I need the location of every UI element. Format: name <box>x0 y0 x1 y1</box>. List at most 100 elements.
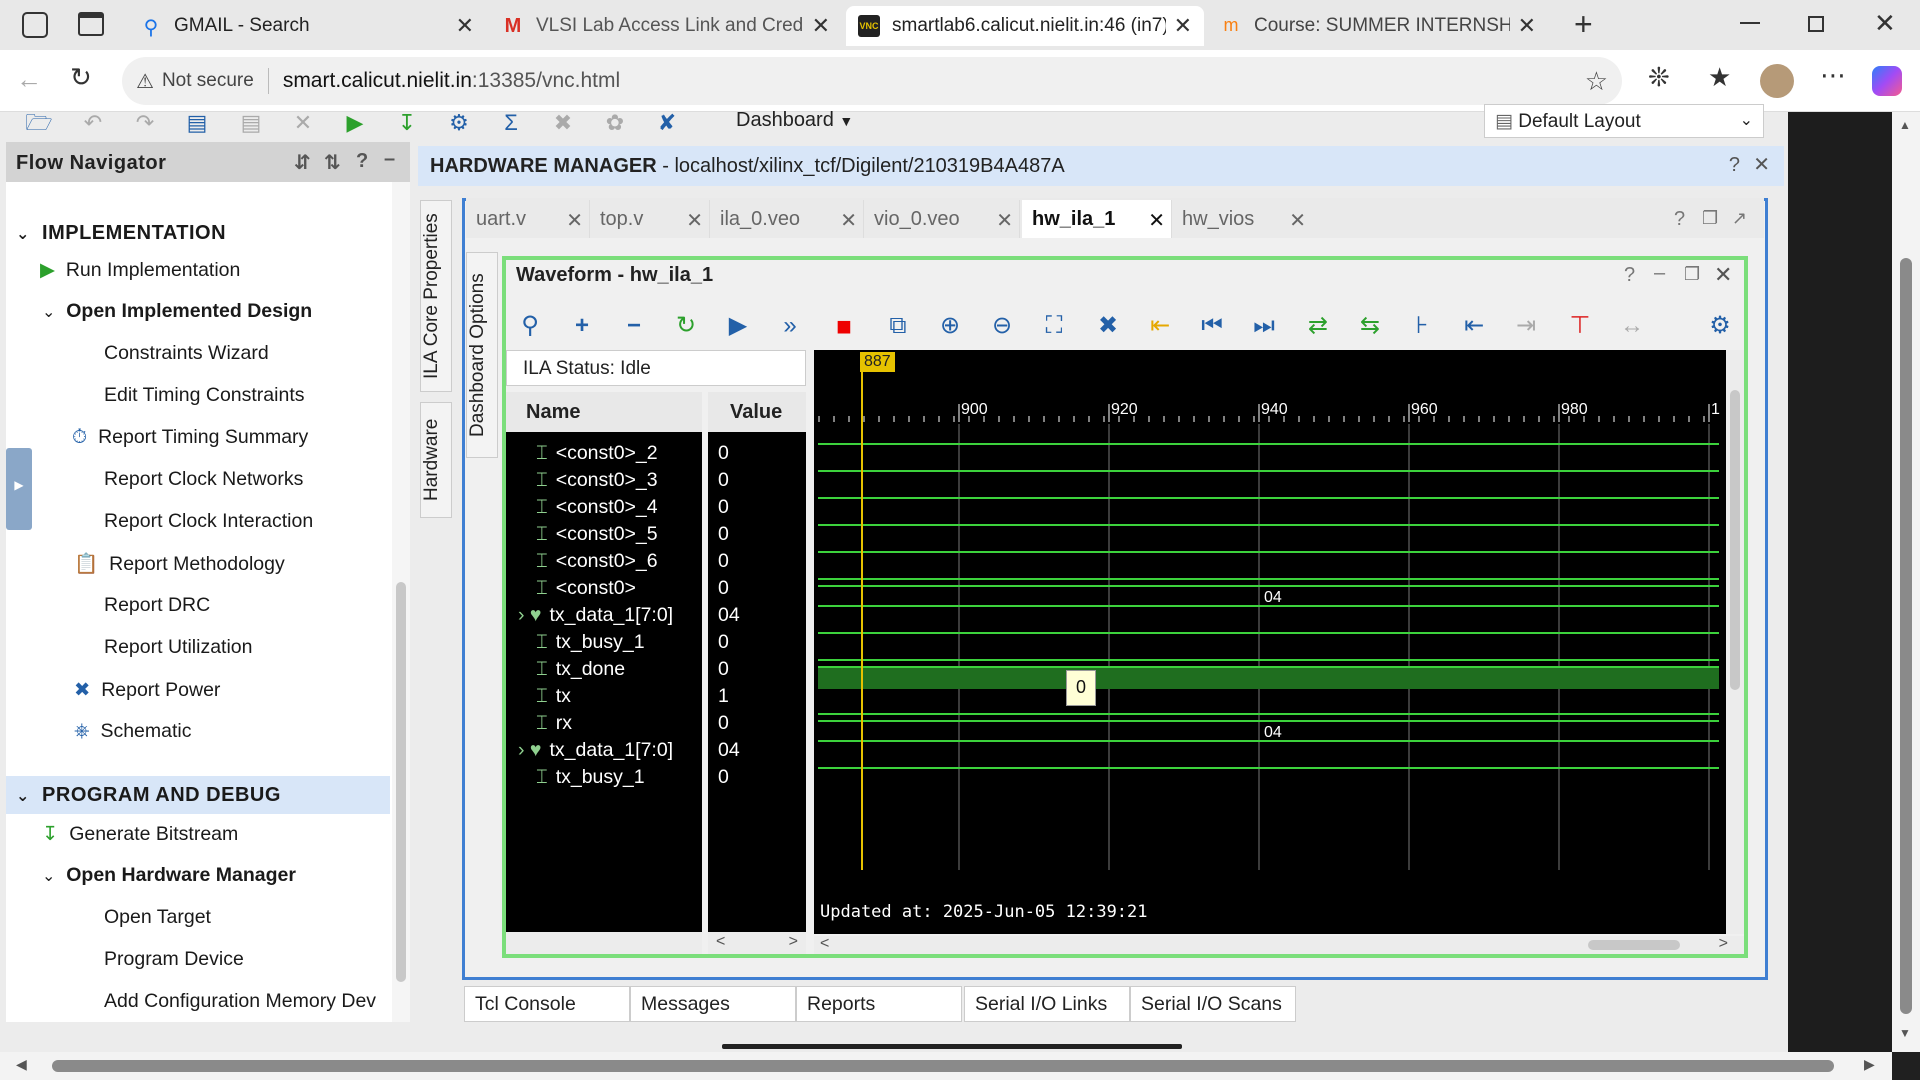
run-trigger-immediate-icon[interactable]: ↻ <box>670 310 702 342</box>
collapse-all-icon[interactable]: ⇵ <box>294 150 311 175</box>
waveform-display[interactable]: 900 920 940 960 980 1 04 04 887 0 Updated at: 2… <box>814 350 1726 934</box>
tab-ila-0-veo[interactable]: ila_0.veo ✕ <box>710 200 864 238</box>
minimize-icon[interactable] <box>1740 22 1760 24</box>
reload-icon[interactable]: ↻ <box>70 62 92 93</box>
restore-icon[interactable] <box>1808 16 1824 32</box>
tab-gmail-search[interactable]: ⚲ GMAIL - Search ✕ <box>128 6 486 46</box>
tab-vio-0-veo[interactable]: vio_0.veo ✕ <box>864 200 1020 238</box>
signal-row[interactable]: › ♥ tx_data_1[7:0] <box>518 739 673 762</box>
vnc-canvas[interactable]: 🗁 ↶ ↷ ▤ ▤ ✕ ▶ ↧ ⚙ Σ ✖ ✿ ✘ Dashboard ▼ ▤ … <box>0 104 1788 1052</box>
search-icon[interactable]: ⚲ <box>514 310 546 342</box>
edit-timing-constraints-item[interactable]: Edit Timing Constraints <box>104 384 305 407</box>
next-marker-icon[interactable]: ⇥ <box>1510 310 1542 342</box>
tab-tcl-console[interactable]: Tcl Console <box>464 986 630 1022</box>
page-vertical-scrollbar[interactable]: ▲ ▼ <box>1892 112 1920 1052</box>
zoom-fit-icon[interactable]: ⛶ <box>1038 310 1070 342</box>
signal-row[interactable]: ⌶ <const0>_3 <box>536 469 658 492</box>
report-utilization-item[interactable]: Report Utilization <box>104 636 252 659</box>
swap-cursors-icon[interactable]: ⊤ <box>1564 310 1596 342</box>
flow-nav-scrollbar[interactable] <box>392 182 410 1022</box>
restore-panel-icon[interactable]: ❐ <box>1684 264 1700 285</box>
constraints-wizard-item[interactable]: Constraints Wizard <box>104 342 269 365</box>
run-icon[interactable]: ▶ <box>340 108 370 138</box>
next-transition-icon[interactable]: ⇆ <box>1354 310 1386 342</box>
add-config-memory-item[interactable]: Add Configuration Memory Dev <box>104 990 390 1013</box>
tab-messages[interactable]: Messages <box>630 986 796 1022</box>
run-trigger-icon[interactable]: ▶ <box>722 310 754 342</box>
back-arrow-icon[interactable]: ← <box>16 64 42 95</box>
open-implemented-design-item[interactable]: ⌄ Open Implemented Design <box>42 300 312 323</box>
remove-icon[interactable]: − <box>618 310 650 342</box>
side-tab-ila-core-properties[interactable]: ILA Core Properties <box>420 200 452 392</box>
workspaces-icon[interactable] <box>22 12 48 38</box>
minimize-panel-icon[interactable]: – <box>1654 262 1665 285</box>
window-close-icon[interactable]: ✕ <box>1874 8 1896 39</box>
not-secure-label[interactable]: Not secure <box>162 70 254 92</box>
section-implementation[interactable]: ⌄ IMPLEMENTATION <box>16 222 226 245</box>
open-hardware-manager-item[interactable]: ⌄ Open Hardware Manager <box>42 864 296 887</box>
settings-icon[interactable]: ⚙ <box>1704 310 1736 342</box>
close-icon[interactable]: ✕ <box>1753 152 1770 177</box>
report-power-item[interactable]: ✖ Report Power <box>74 678 220 702</box>
value-column-hscroll[interactable]: < > <box>708 932 806 954</box>
name-column-hscroll[interactable] <box>506 932 702 954</box>
value-column-header[interactable]: Value <box>708 392 806 432</box>
page-horizontal-scrollbar[interactable]: ◀ ▶ <box>0 1052 1892 1080</box>
previous-transition-icon[interactable]: ⇄ <box>1302 310 1334 342</box>
close-icon[interactable]: ✕ <box>1518 13 1536 39</box>
paste-icon[interactable]: ▤ <box>236 108 266 138</box>
schematic-item[interactable]: ⎈ Schematic <box>74 720 192 743</box>
signal-row[interactable]: ⌶ tx_busy_1 <box>536 631 645 654</box>
program-icon[interactable]: ↧ <box>392 108 422 138</box>
undo-icon[interactable]: ↶ <box>78 108 108 138</box>
ip-icon[interactable]: ✿ <box>600 108 630 138</box>
favorites-icon[interactable]: ★ <box>1708 62 1731 93</box>
signal-row[interactable]: ⌶ <const0>_6 <box>536 550 658 573</box>
tools-icon[interactable]: ✘ <box>652 108 682 138</box>
signal-row[interactable]: ⌶ <const0>_2 <box>536 442 658 465</box>
signal-row[interactable]: ⌶ tx <box>536 685 571 708</box>
maximize-panel-icon[interactable]: ↗ <box>1732 208 1747 229</box>
signal-row[interactable]: ⌶ <const0>_5 <box>536 523 658 546</box>
new-tab-icon[interactable]: + <box>1574 6 1593 43</box>
url-field[interactable]: ⚠ Not secure smart.calicut.nielit.in:133… <box>122 57 1622 105</box>
signal-row[interactable]: ⌶ rx <box>536 712 572 735</box>
favorite-star-icon[interactable]: ☆ <box>1585 66 1608 97</box>
signal-row[interactable]: ⌶ <const0>_4 <box>536 496 658 519</box>
zoom-cursor-icon[interactable]: ✖ <box>1092 310 1124 342</box>
report-clock-networks-item[interactable]: Report Clock Networks <box>104 468 303 491</box>
tab-reports[interactable]: Reports <box>796 986 962 1022</box>
name-column-header[interactable]: Name <box>506 392 702 432</box>
report-clock-interaction-item[interactable]: Report Clock Interaction <box>104 510 313 533</box>
tab-uart-v[interactable]: uart.v ✕ <box>466 200 590 238</box>
delete-icon[interactable]: ✕ <box>288 108 318 138</box>
add-icon[interactable]: + <box>566 310 598 342</box>
open-project-icon[interactable]: 🗁 <box>24 108 54 138</box>
report-drc-item[interactable]: Report DRC <box>104 594 210 617</box>
minimize-panel-icon[interactable]: – <box>384 148 396 171</box>
tab-vlsi-lab[interactable]: M VLSI Lab Access Link and Credent ✕ <box>490 6 842 46</box>
go-to-cursor-icon[interactable]: ⇤ <box>1144 310 1176 342</box>
tab-actions-icon[interactable] <box>78 12 104 36</box>
run-trigger-repeat-icon[interactable]: » <box>774 310 806 342</box>
program-device-item[interactable]: Program Device <box>104 948 244 971</box>
tab-smartlab-vnc[interactable]: VNC smartlab6.calicut.nielit.in:46 (in7)… <box>846 6 1204 46</box>
close-icon[interactable]: ✕ <box>812 13 830 39</box>
tab-summer-internship[interactable]: m Course: SUMMER INTERNSHIP ON ✕ <box>1208 6 1548 46</box>
expand-all-icon[interactable]: ⇅ <box>324 150 341 175</box>
previous-marker-icon[interactable]: ⇤ <box>1458 310 1490 342</box>
close-icon[interactable]: ✕ <box>1714 262 1732 288</box>
report-timing-summary-item[interactable]: ⏱ Report Timing Summary <box>72 426 308 449</box>
section-program-and-debug[interactable]: ⌄ PROGRAM AND DEBUG <box>16 784 281 807</box>
go-to-end-icon[interactable]: ⏭ <box>1248 310 1280 342</box>
tab-hw-vios[interactable]: hw_vios ✕ <box>1172 200 1312 238</box>
waveform-hscroll[interactable]: < > <box>814 935 1744 954</box>
signal-row[interactable]: ⌶ tx_busy_1 <box>536 766 645 789</box>
help-icon[interactable]: ? <box>1624 264 1635 287</box>
generate-bitstream-item[interactable]: ↧ Generate Bitstream <box>42 822 238 846</box>
more-menu-icon[interactable]: ⋯ <box>1820 60 1846 91</box>
run-implementation-item[interactable]: ▶ Run Implementation <box>40 258 240 282</box>
side-tab-dashboard-options[interactable]: Dashboard Options <box>466 252 498 458</box>
tab-hw-ila-1[interactable]: hw_ila_1 ✕ <box>1022 200 1172 238</box>
side-collapse-handle[interactable]: ▶ <box>6 448 32 530</box>
